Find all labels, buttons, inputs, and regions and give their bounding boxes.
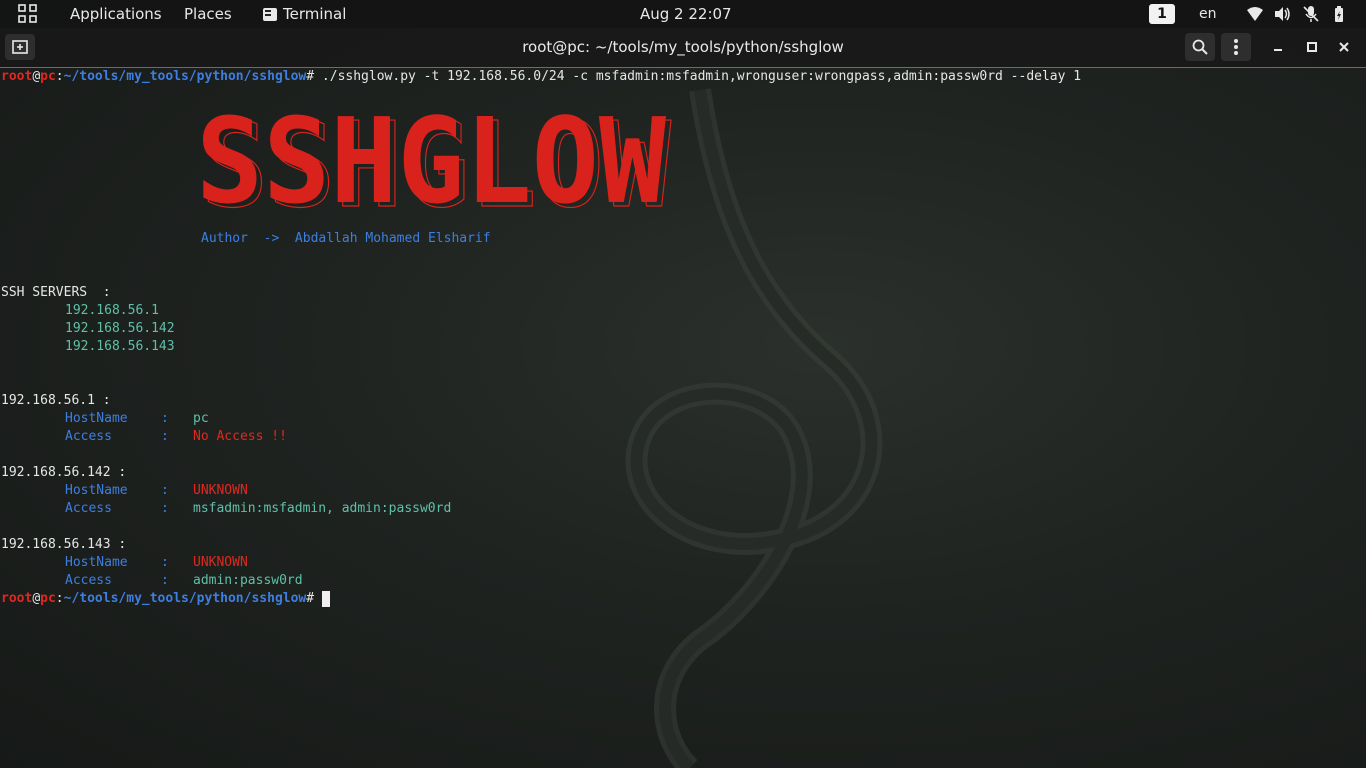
access-label: Access bbox=[65, 501, 112, 516]
volume-icon[interactable] bbox=[1273, 5, 1291, 23]
clock[interactable]: Aug 2 22:07 bbox=[640, 0, 732, 28]
server-ip: 192.168.56.142 bbox=[65, 321, 175, 336]
host-ip-line: 192.168.56.1 : bbox=[1, 393, 111, 408]
host-ip-line: 192.168.56.143 : bbox=[1, 537, 127, 552]
prompt-hash: # bbox=[306, 591, 322, 606]
command-text: ./sshglow.py -t 192.168.56.0/24 -c msfad… bbox=[321, 69, 1082, 84]
minimize-icon bbox=[1274, 49, 1282, 51]
prompt-colon: : bbox=[55, 591, 64, 606]
command-line: root@pc:~/tools/my_tools/python/sshglow#… bbox=[1, 68, 1081, 86]
separator: : bbox=[161, 411, 169, 426]
access-value: No Access !! bbox=[193, 429, 287, 444]
new-tab-icon bbox=[12, 40, 28, 54]
separator: : bbox=[161, 573, 169, 588]
hostname-value: UNKNOWN bbox=[193, 555, 248, 570]
prompt-path: ~/tools/my_tools/python/sshglow bbox=[63, 591, 307, 606]
author-label: Author -> bbox=[201, 231, 295, 246]
prompt-at: @ bbox=[32, 591, 41, 606]
banner-text: SSHGLOW bbox=[196, 104, 667, 212]
terminal-icon bbox=[263, 7, 277, 21]
minimize-button[interactable] bbox=[1268, 37, 1288, 57]
close-icon bbox=[1339, 42, 1349, 52]
access-value: admin:passw0rd bbox=[193, 573, 303, 588]
terminal-app-label: Terminal bbox=[283, 5, 347, 23]
access-label: Access bbox=[65, 429, 112, 444]
hostname-label: HostName bbox=[65, 411, 128, 426]
access-value: msfadmin:msfadmin, admin:passw0rd bbox=[193, 501, 452, 516]
prompt-at: @ bbox=[32, 69, 41, 84]
access-label: Access bbox=[65, 573, 112, 588]
separator: : bbox=[161, 429, 169, 444]
close-button[interactable] bbox=[1334, 37, 1354, 57]
desktop: Applications Places Terminal Aug 2 22:07… bbox=[0, 0, 1366, 768]
prompt-colon: : bbox=[55, 69, 64, 84]
prompt-user: root bbox=[1, 69, 33, 84]
top-panel: Applications Places Terminal Aug 2 22:07… bbox=[0, 0, 1366, 28]
prompt-user: root bbox=[1, 591, 33, 606]
host-ip-line: 192.168.56.142 : bbox=[1, 465, 127, 480]
servers-header: SSH SERVERS : bbox=[1, 285, 111, 300]
maximize-button[interactable] bbox=[1302, 37, 1322, 57]
hostname-value: UNKNOWN bbox=[193, 483, 248, 498]
applications-menu[interactable]: Applications bbox=[70, 0, 162, 28]
maximize-icon bbox=[1307, 42, 1317, 52]
menu-button[interactable] bbox=[1221, 33, 1251, 61]
search-icon bbox=[1192, 39, 1208, 55]
separator: : bbox=[161, 483, 169, 498]
places-menu[interactable]: Places bbox=[184, 0, 232, 28]
window-title: root@pc: ~/tools/my_tools/python/sshglow bbox=[522, 38, 844, 56]
prompt-line: root@pc:~/tools/my_tools/python/sshglow# bbox=[1, 590, 330, 608]
separator: : bbox=[161, 501, 169, 516]
search-button[interactable] bbox=[1185, 33, 1215, 61]
prompt-host: pc bbox=[40, 591, 56, 606]
apps-grid-icon[interactable] bbox=[18, 4, 38, 24]
prompt-hash: # bbox=[306, 69, 322, 84]
new-tab-button[interactable] bbox=[5, 34, 35, 60]
keyboard-layout[interactable]: en bbox=[1199, 0, 1217, 28]
hostname-label: HostName bbox=[65, 483, 128, 498]
separator: : bbox=[161, 555, 169, 570]
author-line: Author -> Abdallah Mohamed Elsharif bbox=[201, 230, 491, 248]
mic-muted-icon[interactable] bbox=[1302, 5, 1320, 23]
wifi-icon[interactable] bbox=[1246, 5, 1264, 23]
workspace-indicator[interactable]: 1 bbox=[1149, 4, 1175, 24]
text-cursor[interactable] bbox=[321, 590, 330, 607]
battery-icon[interactable] bbox=[1330, 5, 1348, 23]
server-ip: 192.168.56.143 bbox=[65, 339, 175, 354]
hostname-label: HostName bbox=[65, 555, 128, 570]
terminal-output[interactable]: root@pc:~/tools/my_tools/python/sshglow#… bbox=[0, 68, 1366, 768]
server-ip: 192.168.56.1 bbox=[65, 303, 159, 318]
author-name: Abdallah Mohamed Elsharif bbox=[294, 231, 491, 246]
prompt-host: pc bbox=[40, 69, 56, 84]
terminal-headerbar: root@pc: ~/tools/my_tools/python/sshglow bbox=[0, 28, 1366, 68]
hostname-value: pc bbox=[193, 411, 209, 426]
sshglow-banner: SSHGLOW SSHGLOW bbox=[196, 104, 673, 212]
kebab-menu-icon bbox=[1234, 39, 1238, 55]
prompt-path: ~/tools/my_tools/python/sshglow bbox=[63, 69, 307, 84]
terminal-app-menu[interactable]: Terminal bbox=[263, 0, 346, 28]
